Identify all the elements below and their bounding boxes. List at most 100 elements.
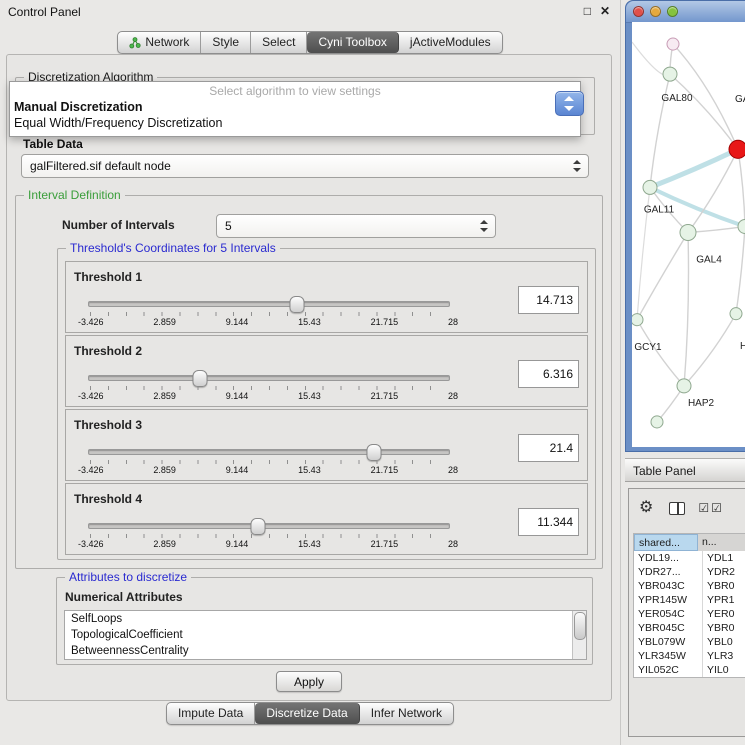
cell[interactable]: YLR3 [703, 649, 745, 663]
threshold-1-slider-thumb[interactable] [289, 296, 304, 313]
table-panel-title: Table Panel [633, 464, 696, 478]
column-header-name[interactable]: n... [698, 534, 745, 551]
algorithm-combo-button[interactable] [555, 91, 584, 116]
network-node-label: GA [735, 94, 745, 105]
network-edge[interactable] [684, 232, 689, 385]
table-row[interactable]: YDR27...YDR2 [634, 565, 745, 579]
number-of-intervals-combo[interactable]: 5 [216, 214, 496, 238]
cell[interactable]: YDR27... [634, 565, 703, 579]
threshold-3-slider[interactable] [88, 444, 450, 460]
network-node[interactable] [663, 67, 677, 81]
algorithm-option-equal-width-frequency[interactable]: Equal Width/Frequency Discretization [10, 115, 580, 131]
checkbox-icon-1[interactable]: ☑ [698, 501, 709, 515]
cell[interactable]: YDL1 [703, 551, 745, 565]
slider-track[interactable] [88, 375, 450, 381]
columns-icon[interactable] [669, 502, 685, 515]
network-node[interactable] [667, 38, 679, 50]
network-edge[interactable] [684, 314, 736, 386]
network-edge[interactable] [637, 232, 688, 319]
network-edge[interactable] [736, 226, 745, 313]
table-row[interactable]: YIL052CYIL0 [634, 663, 745, 677]
zoom-traffic-light-icon[interactable] [667, 6, 678, 17]
network-node[interactable] [680, 224, 696, 240]
list-item-betweennesscentrality[interactable]: BetweennessCentrality [65, 643, 586, 659]
close-icon[interactable]: ✕ [600, 4, 610, 18]
list-item-topologicalcoefficient[interactable]: TopologicalCoefficient [65, 627, 586, 643]
list-scrollbar-thumb[interactable] [574, 612, 586, 640]
cell[interactable]: YER0 [703, 607, 745, 621]
table-panel-header[interactable]: Table Panel [625, 458, 745, 482]
tab-select[interactable]: Select [251, 32, 307, 53]
tab-network[interactable]: Network [118, 32, 201, 53]
threshold-1-value-field[interactable]: 14.713 [518, 286, 579, 314]
tab-style[interactable]: Style [201, 32, 251, 53]
algorithm-option-manual-discretization[interactable]: Manual Discretization [10, 99, 580, 115]
list-item-selfloops[interactable]: SelfLoops [65, 611, 586, 627]
cell[interactable]: YBR043C [634, 579, 703, 593]
threshold-4-slider-thumb[interactable] [251, 518, 266, 535]
network-canvas[interactable]: GAL80GAGAL11GAL4GCY1HHAP2 [632, 22, 745, 447]
threshold-4-value-field[interactable]: 11.344 [518, 508, 579, 536]
tab-impute-data[interactable]: Impute Data [167, 703, 255, 724]
network-edge[interactable] [650, 74, 670, 187]
cell[interactable]: YPR1 [703, 593, 745, 607]
network-node[interactable] [632, 314, 643, 326]
table-row[interactable]: YPR145WYPR1 [634, 593, 745, 607]
tab-discretize-data[interactable]: Discretize Data [255, 703, 359, 724]
network-node[interactable] [738, 219, 745, 233]
close-traffic-light-icon[interactable] [633, 6, 644, 17]
cell[interactable]: YBR0 [703, 621, 745, 635]
threshold-2-slider[interactable] [88, 370, 450, 386]
table-data-combo[interactable]: galFiltered.sif default node [21, 154, 589, 178]
minimize-traffic-light-icon[interactable] [650, 6, 661, 17]
slider-track[interactable] [88, 301, 450, 307]
table-row[interactable]: YBR045CYBR0 [634, 621, 745, 635]
network-node[interactable] [729, 140, 745, 158]
network-node[interactable] [677, 379, 691, 393]
network-node[interactable] [643, 180, 657, 194]
threshold-2-value-field[interactable]: 6.316 [518, 360, 579, 388]
control-panel-titlebar: Control Panel □ ✕ [0, 0, 620, 22]
threshold-1-slider[interactable] [88, 296, 450, 312]
table-row[interactable]: YER054CYER0 [634, 607, 745, 621]
threshold-2-slider-thumb[interactable] [193, 370, 208, 387]
cell[interactable]: YDL19... [634, 551, 703, 565]
cell[interactable]: YIL052C [634, 663, 703, 677]
tab-jactivemodules[interactable]: jActiveModules [399, 32, 502, 53]
network-edge[interactable] [650, 149, 738, 187]
network-node[interactable] [651, 416, 663, 428]
gear-icon[interactable]: ⚙ [639, 498, 653, 518]
table-row[interactable]: YDL19...YDL1 [634, 551, 745, 565]
slider-track[interactable] [88, 449, 450, 455]
threshold-3-value-field[interactable]: 21.4 [518, 434, 579, 462]
network-window-titlebar[interactable] [626, 1, 745, 23]
attributes-to-discretize-group: Attributes to discretize Numerical Attri… [56, 577, 593, 665]
cell[interactable]: YLR345W [634, 649, 703, 663]
cell[interactable]: YPR145W [634, 593, 703, 607]
cell[interactable]: YBL079W [634, 635, 703, 649]
cell[interactable]: YDR2 [703, 565, 745, 579]
table-row[interactable]: YBR043CYBR0 [634, 579, 745, 593]
cell[interactable]: YER054C [634, 607, 703, 621]
apply-button[interactable]: Apply [276, 671, 342, 692]
cell[interactable]: YBR0 [703, 579, 745, 593]
network-edge[interactable] [738, 149, 745, 226]
threshold-4-slider[interactable] [88, 518, 450, 534]
tab-infer-network[interactable]: Infer Network [360, 703, 453, 724]
table-row[interactable]: YBL079WYBL0 [634, 635, 745, 649]
checkbox-icon-2[interactable]: ☑ [711, 501, 722, 515]
threshold-3-slider-thumb[interactable] [366, 444, 381, 461]
column-header-shared-name[interactable]: shared... [634, 534, 698, 551]
numerical-attributes-list[interactable]: SelfLoops TopologicalCoefficient Between… [64, 610, 587, 660]
cell[interactable]: YBR045C [634, 621, 703, 635]
list-scrollbar[interactable] [572, 611, 586, 659]
slider-track[interactable] [88, 523, 450, 529]
cell[interactable]: YBL0 [703, 635, 745, 649]
network-node[interactable] [730, 308, 742, 320]
tab-cyni-toolbox[interactable]: Cyni Toolbox [307, 32, 398, 53]
float-window-icon[interactable]: □ [584, 4, 591, 18]
table-row[interactable]: YLR345WYLR3 [634, 649, 745, 663]
cell[interactable]: YIL0 [703, 663, 745, 677]
network-edge[interactable] [688, 226, 745, 232]
tick-label: 21.715 [371, 465, 399, 475]
